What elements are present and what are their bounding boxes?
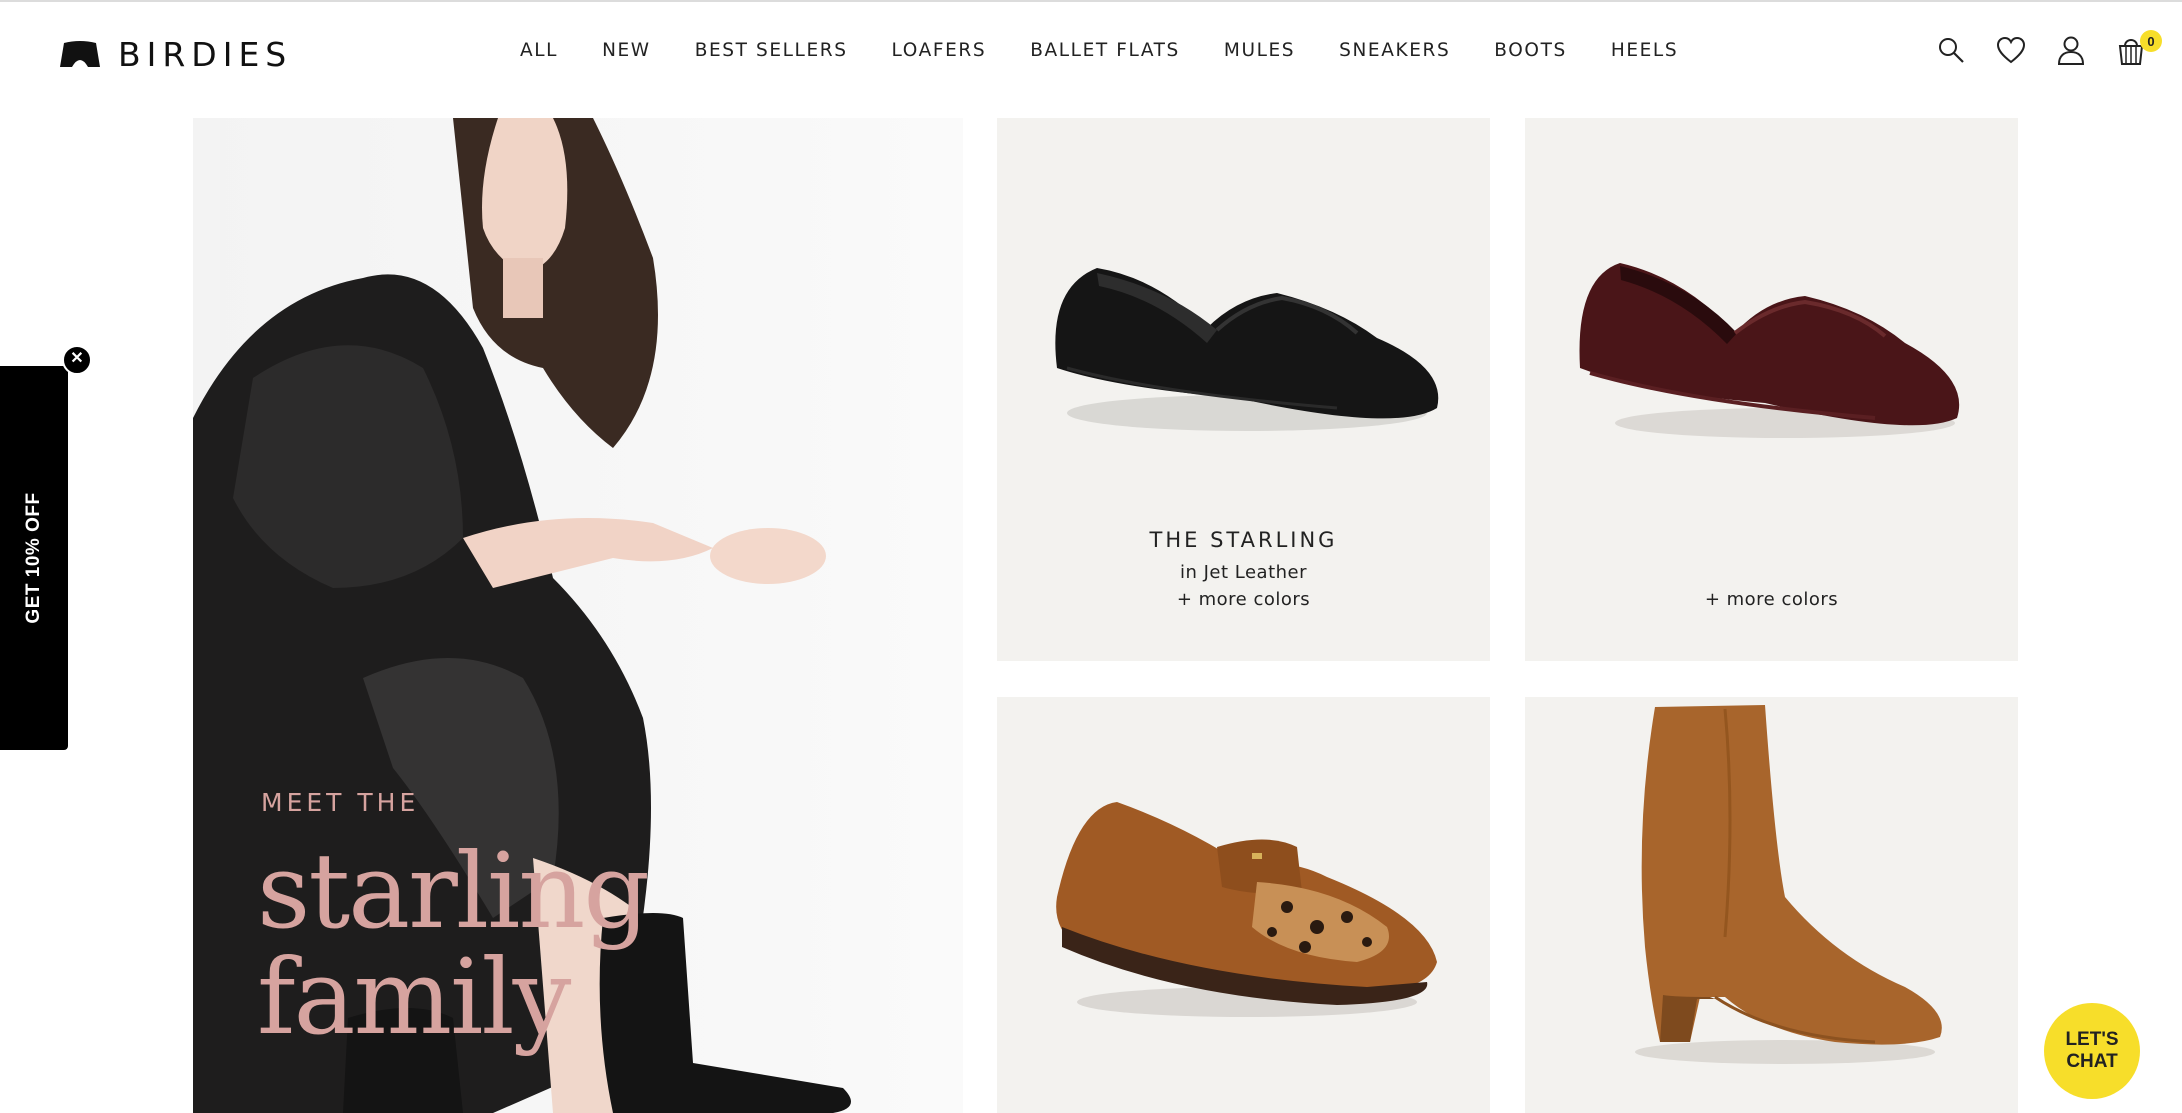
main-nav: ALL NEW BEST SELLERS LOAFERS BALLET FLAT…: [520, 40, 1722, 61]
nav-item-sneakers[interactable]: SNEAKERS: [1339, 40, 1450, 61]
burgundy-velvet-loafer-image: [1579, 263, 1960, 438]
user-icon: [2057, 36, 2085, 65]
chat-button[interactable]: LET'S CHAT: [2044, 1003, 2140, 1099]
nav-item-new[interactable]: NEW: [602, 40, 651, 61]
birdies-logo-icon: [60, 41, 100, 67]
product-variant: in Jet Leather: [1179, 562, 1308, 583]
chat-label-line-1: LET'S: [2065, 1029, 2119, 1050]
nav-item-loafers[interactable]: LOAFERS: [892, 40, 987, 61]
site-header: BIRDIES ALL NEW BEST SELLERS LOAFERS BAL…: [0, 2, 2182, 102]
close-icon[interactable]: ✕: [62, 345, 92, 375]
black-loafer-image: [1055, 268, 1439, 431]
heart-icon: [1996, 36, 2026, 64]
search-button[interactable]: [1936, 32, 1966, 68]
product-tile[interactable]: + more colors: [1525, 118, 2018, 661]
chat-label: LET'S CHAT: [2065, 1029, 2118, 1073]
more-colors-link[interactable]: + more colors: [997, 589, 1490, 610]
search-icon: [1939, 38, 1964, 63]
product-tile[interactable]: [1525, 697, 2018, 1113]
discount-promo-tab[interactable]: GET 10% OFF: [0, 366, 68, 750]
cognac-suede-boot-image: [1635, 705, 1942, 1064]
brand-name: BIRDIES: [118, 34, 293, 74]
promo-label: GET 10% OFF: [23, 492, 44, 624]
nav-item-ballet-flats[interactable]: BALLET FLATS: [1030, 40, 1180, 61]
cognac-leopard-loafer-image: [1056, 802, 1437, 1017]
hero-banner[interactable]: MEET THE starling family: [193, 118, 963, 1113]
nav-item-best-sellers[interactable]: BEST SELLERS: [695, 40, 848, 61]
product-name: THE STARLING: [1149, 528, 1338, 552]
hero-title-line-2: family: [257, 936, 571, 1058]
nav-item-mules[interactable]: MULES: [1224, 40, 1295, 61]
product-tile[interactable]: THE STARLING in Jet Leather + more color…: [997, 118, 1490, 661]
chat-label-line-2: CHAT: [2066, 1051, 2118, 1072]
brand-logo[interactable]: BIRDIES: [58, 32, 292, 76]
header-icons: 0: [1936, 30, 2162, 68]
hero-title: starling family: [257, 830, 650, 1058]
more-colors-link[interactable]: + more colors: [1525, 589, 2018, 610]
account-button[interactable]: [2056, 32, 2086, 68]
cart-button[interactable]: 0: [2116, 30, 2162, 68]
product-tile[interactable]: [997, 697, 1490, 1113]
nav-item-heels[interactable]: HEELS: [1611, 40, 1678, 61]
nav-item-boots[interactable]: BOOTS: [1494, 40, 1567, 61]
hero-title-line-1: starling: [257, 830, 650, 952]
wishlist-button[interactable]: [1996, 32, 2026, 68]
cart-count-badge: 0: [2140, 30, 2162, 52]
hero-kicker: MEET THE: [261, 788, 420, 817]
nav-item-all[interactable]: ALL: [520, 40, 558, 61]
